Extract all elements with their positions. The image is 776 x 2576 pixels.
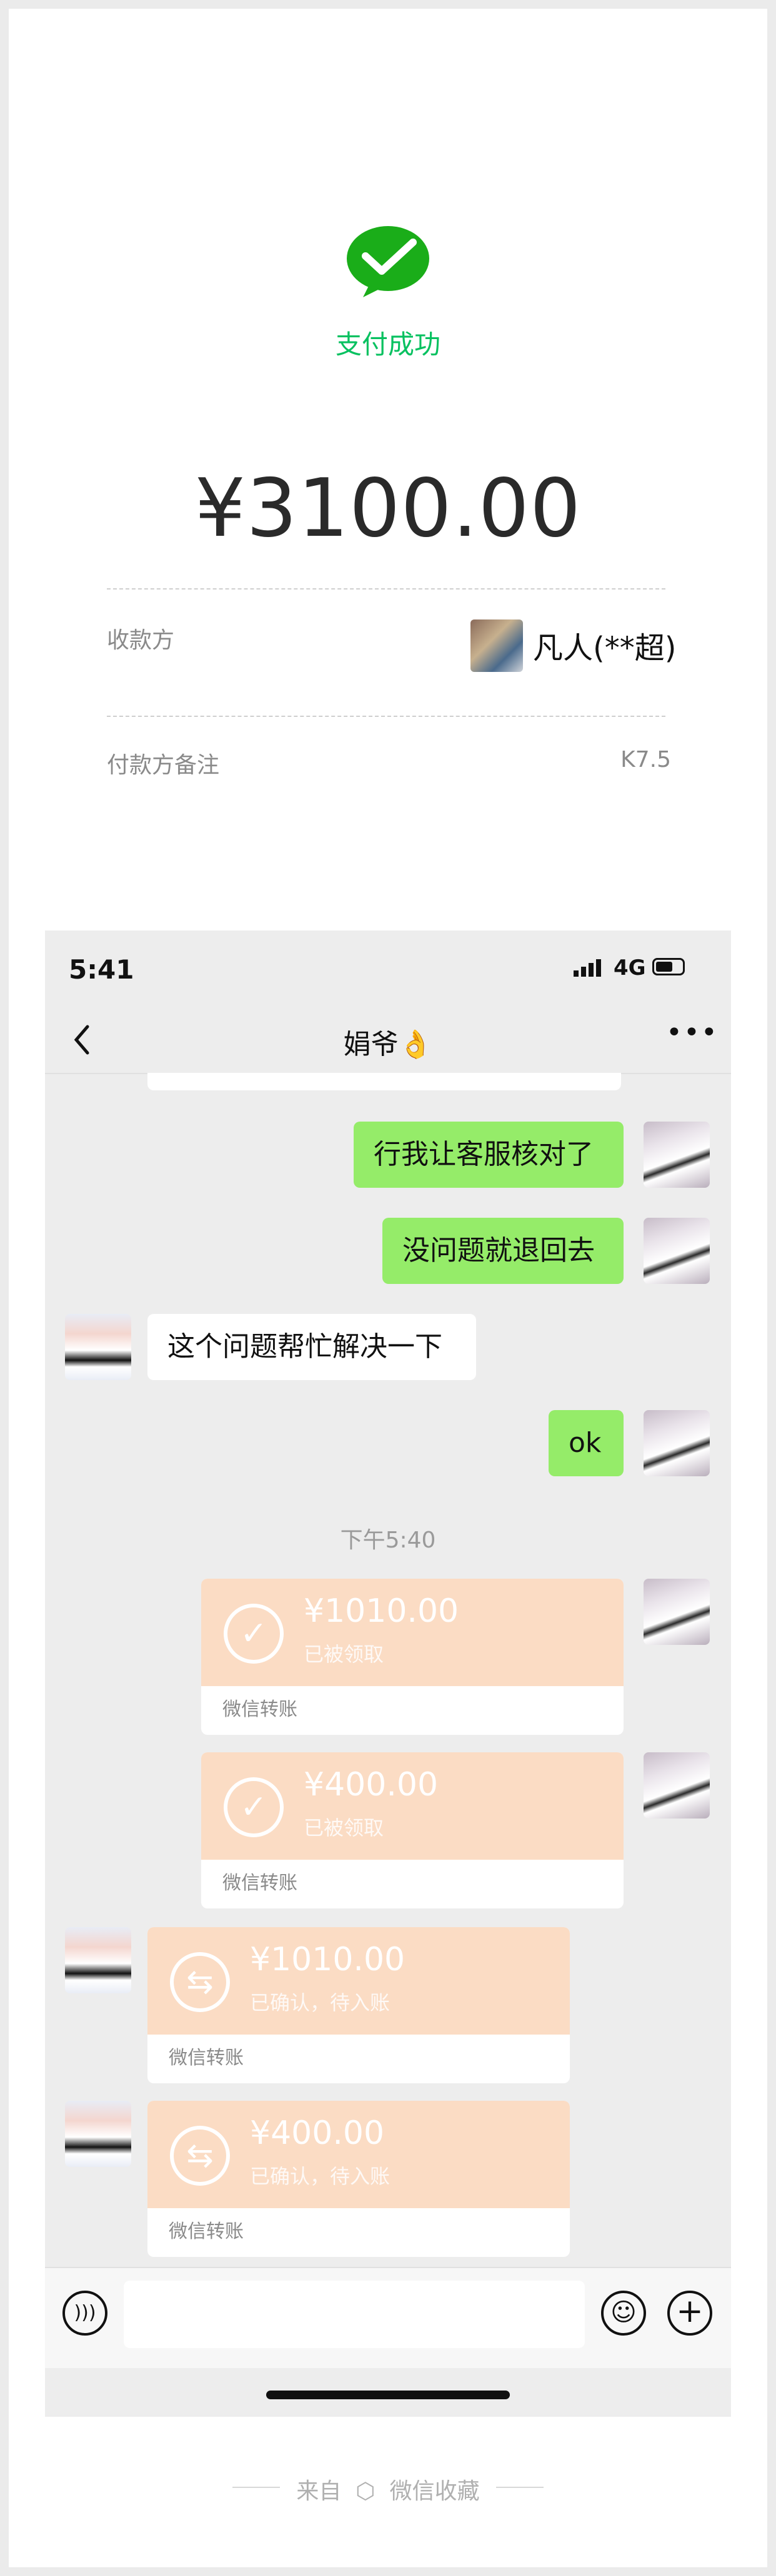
check-icon: ✓ [224, 1777, 284, 1837]
transfer-card[interactable]: ⇆ ¥400.00 已确认，待入账 微信转账 [147, 2101, 570, 2257]
transfer-footer: 微信转账 [222, 1699, 297, 1720]
previous-message-bubble [147, 1073, 621, 1090]
my-avatar[interactable] [644, 1579, 710, 1645]
contact-avatar[interactable] [65, 2101, 131, 2167]
transfer-footer: 微信转账 [169, 2047, 244, 2069]
transfer-arrows-icon: ⇆ [170, 2126, 230, 2186]
home-indicator [266, 2391, 510, 2399]
transfer-amount: ¥400.00 [304, 1766, 439, 1804]
message-input[interactable] [124, 2281, 585, 2348]
transfer-status: 已确认，待入账 [250, 2164, 390, 2188]
network-label: 4G [614, 955, 646, 980]
emoji-icon[interactable]: ☺ [601, 2291, 646, 2336]
transfer-status: 已被领取 [304, 1816, 384, 1840]
transfer-status: 已被领取 [304, 1642, 384, 1666]
my-avatar[interactable] [644, 1410, 710, 1476]
chat-title: 娟爷👌 [343, 1029, 433, 1060]
message-bubble-received[interactable]: 这个问题帮忙解决一下 [147, 1314, 476, 1380]
divider [107, 716, 665, 717]
my-avatar[interactable] [644, 1218, 710, 1284]
transfer-status: 已确认，待入账 [250, 1991, 390, 2015]
transfer-arrows-icon: ⇆ [170, 1952, 230, 2012]
wechat-pay-logo-icon [347, 226, 429, 297]
payee-label: 收款方 [107, 628, 175, 653]
payment-status: 支付成功 [335, 329, 440, 360]
transfer-card[interactable]: ⇆ ¥1010.00 已确认，待入账 微信转账 [147, 1927, 570, 2083]
contact-avatar[interactable] [65, 1927, 131, 1993]
transfer-card[interactable]: ✓ ¥400.00 已被领取 微信转账 [201, 1752, 624, 1908]
transfer-footer: 微信转账 [169, 2221, 244, 2243]
message-bubble-sent[interactable]: 行我让客服核对了 [354, 1122, 624, 1188]
message-bubble-sent[interactable]: 没问题就退回去 [382, 1218, 624, 1284]
transfer-footer: 微信转账 [222, 1872, 297, 1894]
transfer-amount: ¥400.00 [250, 2115, 385, 2152]
cube-icon: ⬡ [348, 2479, 383, 2504]
source-footer: 来自 ⬡ 微信收藏 [0, 2473, 776, 2505]
divider [496, 2487, 544, 2488]
check-icon: ✓ [224, 1604, 284, 1664]
transfer-card[interactable]: ✓ ¥1010.00 已被领取 微信转账 [201, 1579, 624, 1735]
payment-amount: ¥3100.00 [194, 462, 582, 555]
message-bubble-sent[interactable]: ok [549, 1410, 624, 1476]
source-prefix: 来自 [296, 2479, 342, 2504]
divider [107, 588, 665, 590]
signal-icon [574, 959, 604, 977]
plus-icon[interactable]: + [667, 2291, 712, 2336]
remark-value: K7.5 [620, 747, 671, 772]
voice-icon[interactable]: ))) [62, 2291, 107, 2336]
my-avatar[interactable] [644, 1122, 710, 1188]
transfer-amount: ¥1010.00 [250, 1941, 405, 1978]
battery-icon [652, 958, 685, 975]
my-avatar[interactable] [644, 1752, 710, 1818]
transfer-amount: ¥1010.00 [304, 1592, 459, 1630]
contact-avatar[interactable] [65, 1314, 131, 1380]
payee-avatar [470, 619, 523, 672]
remark-label: 付款方备注 [107, 753, 220, 778]
payee-name: 凡人(**超) [533, 631, 677, 666]
more-ellipsis-icon[interactable]: ••• [666, 1017, 719, 1049]
chat-timestamp: 下午5:40 [340, 1527, 436, 1553]
source-name: 微信收藏 [389, 2479, 480, 2504]
status-time: 5:41 [69, 954, 134, 985]
